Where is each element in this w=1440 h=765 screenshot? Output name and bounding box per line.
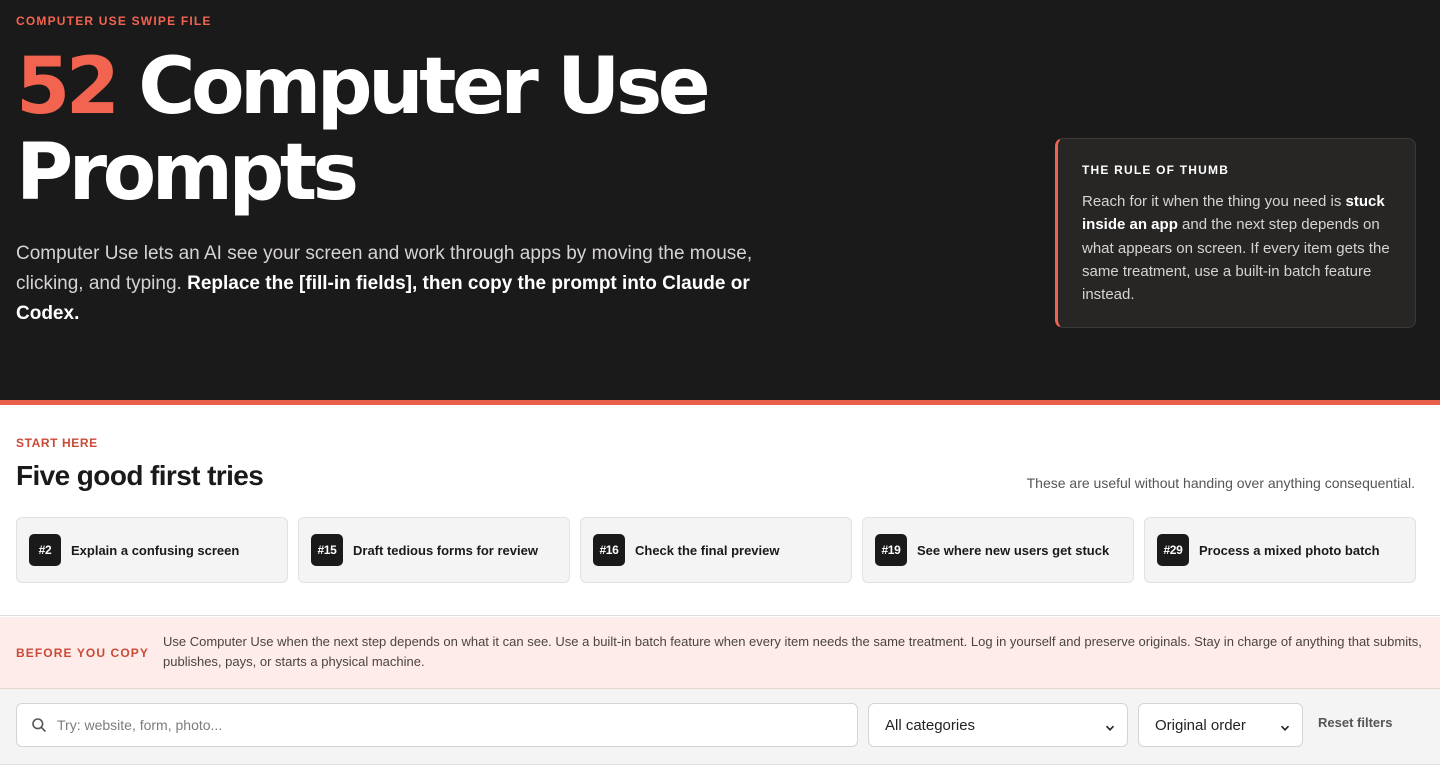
first-try-label: Process a mixed photo batch	[1199, 542, 1380, 558]
before-you-copy-label: BEFORE YOU COPY	[16, 646, 149, 660]
prompt-number-badge: #2	[29, 534, 61, 566]
first-try-card[interactable]: #19 See where new users get stuck	[862, 517, 1134, 583]
first-try-label: Explain a confusing screen	[71, 542, 240, 558]
rule-body-part-1: Reach for it when the thing you need is	[1082, 193, 1342, 210]
rule-of-thumb-body: Reach for it when the thing you need is …	[1082, 190, 1395, 306]
start-here-eyebrow: START HERE	[16, 436, 98, 450]
first-tries-list: #2 Explain a confusing screen #15 Draft …	[16, 517, 1416, 583]
rule-of-thumb-card: THE RULE OF THUMB Reach for it when the …	[1055, 138, 1416, 328]
first-try-label: Draft tedious forms for review	[353, 542, 538, 558]
before-you-copy-text: Use Computer Use when the next step depe…	[163, 634, 1422, 669]
category-select-value: All categories	[885, 716, 976, 734]
hero: COMPUTER USE SWIPE FILE 52 Computer Use …	[0, 0, 1440, 400]
page-title-text: Computer Use Prompts	[16, 42, 711, 218]
hero-description: Computer Use lets an AI see your screen …	[16, 239, 786, 329]
search-box[interactable]	[16, 703, 858, 747]
first-try-card[interactable]: #2 Explain a confusing screen	[16, 517, 288, 583]
prompt-number-badge: #19	[875, 534, 907, 566]
page-title: 52 Computer Use Prompts	[16, 44, 996, 216]
before-you-copy-banner: BEFORE YOU COPY Use Computer Use when th…	[0, 617, 1440, 689]
first-try-card[interactable]: #15 Draft tedious forms for review	[298, 517, 570, 583]
start-here-title: Five good first tries	[16, 460, 264, 491]
prompt-number-badge: #29	[1157, 534, 1189, 566]
chevron-down-icon	[1105, 720, 1115, 731]
prompt-number-badge: #15	[311, 534, 343, 566]
prompt-number-badge: #16	[593, 534, 625, 566]
chevron-down-icon	[1280, 720, 1290, 731]
sort-order-select-value: Original order	[1155, 716, 1246, 734]
first-try-label: Check the final preview	[635, 542, 780, 558]
reset-filters-button[interactable]: Reset filters	[1318, 715, 1392, 730]
sort-order-select[interactable]: Original order	[1138, 703, 1303, 747]
search-icon	[31, 717, 47, 733]
first-try-card[interactable]: #29 Process a mixed photo batch	[1144, 517, 1416, 583]
hero-eyebrow: COMPUTER USE SWIPE FILE	[16, 14, 212, 28]
start-here-section: START HERE Five good first tries These a…	[0, 405, 1440, 616]
filter-bar: All categories Original order Reset filt…	[0, 689, 1440, 765]
first-try-label: See where new users get stuck	[917, 542, 1110, 558]
first-try-card[interactable]: #16 Check the final preview	[580, 517, 852, 583]
prompt-count: 52	[16, 42, 120, 132]
start-here-note: These are useful without handing over an…	[1026, 475, 1415, 491]
search-input[interactable]	[57, 717, 817, 733]
rule-of-thumb-title: THE RULE OF THUMB	[1082, 163, 1230, 177]
category-select[interactable]: All categories	[868, 703, 1128, 747]
